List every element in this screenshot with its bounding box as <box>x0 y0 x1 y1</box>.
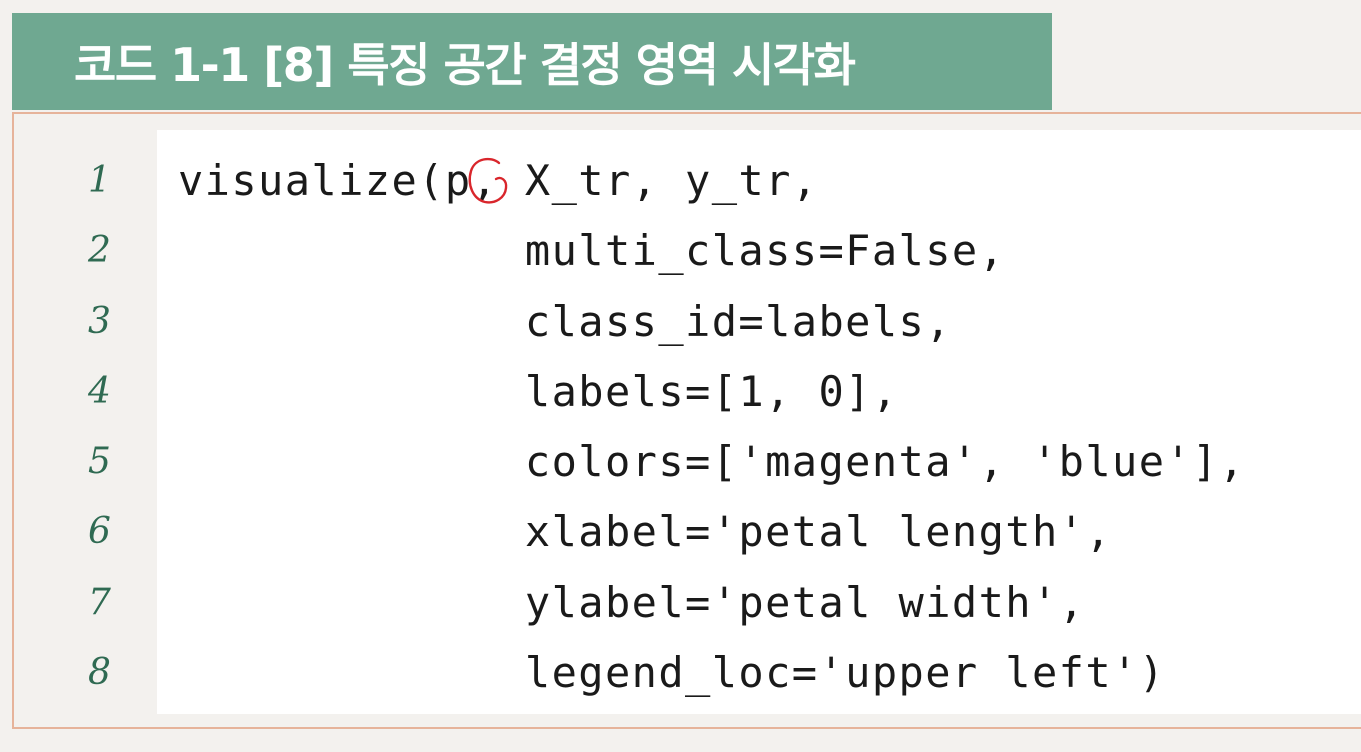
code-block[interactable]: visualize(p, X_tr, y_tr, multi_class=Fal… <box>178 146 1245 708</box>
code-line[interactable]: multi_class=False, <box>178 216 1245 286</box>
line-number: 3 <box>88 300 111 342</box>
line-number: 1 <box>88 160 111 201</box>
code-line[interactable]: class_id=labels, <box>178 287 1245 357</box>
line-number: 6 <box>88 511 111 553</box>
code-line[interactable]: ylabel='petal width', <box>178 568 1245 638</box>
code-line[interactable]: visualize(p, X_tr, y_tr, <box>178 146 1245 216</box>
code-line[interactable]: legend_loc='upper left') <box>178 638 1245 708</box>
code-line[interactable]: colors=['magenta', 'blue'], <box>178 427 1245 497</box>
code-listing-title-tab: 코드 1-1 [8] 특징 공간 결정 영역 시각화 <box>12 13 1052 110</box>
frame-top-rule <box>12 112 1361 114</box>
line-number: 4 <box>88 370 111 412</box>
line-number-gutter: 1 2 3 4 5 6 7 8 <box>60 146 150 708</box>
line-number: 7 <box>88 581 111 623</box>
frame-bottom-rule <box>12 727 1361 729</box>
line-number: 2 <box>88 230 111 272</box>
line-number: 8 <box>88 652 111 694</box>
code-listing-title: 코드 1-1 [8] 특징 공간 결정 영역 시각화 <box>74 37 856 92</box>
frame-left-rule <box>12 112 14 729</box>
line-number: 5 <box>88 441 111 483</box>
code-line[interactable]: xlabel='petal length', <box>178 497 1245 567</box>
code-line[interactable]: labels=[1, 0], <box>178 357 1245 427</box>
